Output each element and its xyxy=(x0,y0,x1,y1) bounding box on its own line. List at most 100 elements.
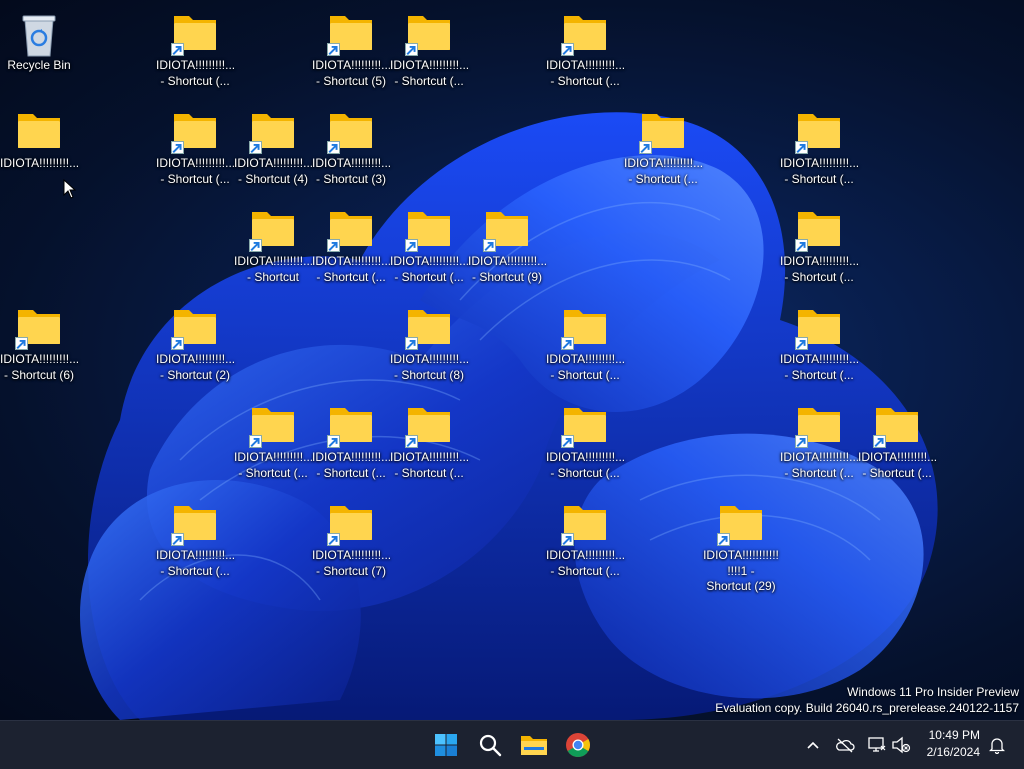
folder-shortcut[interactable]: IDIOTA!!!!!!!!!... - Shortcut (... xyxy=(156,106,235,202)
shortcut-arrow-icon xyxy=(561,435,574,448)
folder-label: IDIOTA!!!!!!!!!... - Shortcut (... xyxy=(546,450,626,480)
folder-icon xyxy=(249,404,297,448)
taskbar: 10:49 PM 2/16/2024 xyxy=(0,720,1024,769)
folder-label: IDIOTA!!!!!!!!!... - Shortcut (6) xyxy=(0,352,80,382)
folder-shortcut[interactable]: IDIOTA!!!!!!!!!... - Shortcut (... xyxy=(780,106,859,202)
folder-shortcut[interactable]: IDIOTA!!!!!!!!!... - Shortcut (4) xyxy=(234,106,314,202)
shortcut-arrow-icon xyxy=(327,239,340,252)
folder-shortcut[interactable]: IDIOTA!!!!!!!!!... - Shortcut (8) xyxy=(390,302,470,398)
folder-icon xyxy=(327,12,375,56)
folder-label: IDIOTA!!!!!!!!!... - Shortcut (... xyxy=(780,450,860,480)
shortcut-arrow-icon xyxy=(561,43,574,56)
folder-icon xyxy=(483,208,531,252)
shortcut-arrow-icon xyxy=(327,43,340,56)
recycle-bin[interactable]: Recycle Bin xyxy=(0,8,78,104)
folder-icon xyxy=(327,502,375,546)
shortcut-arrow-icon xyxy=(171,533,184,546)
folder-shortcut[interactable]: IDIOTA!!!!!!!!!... - Shortcut (3) xyxy=(312,106,391,202)
folder-shortcut[interactable]: IDIOTA!!!!!!!!!... - Shortcut (... xyxy=(546,8,626,104)
folder-label: IDIOTA!!!!!!!!!... - Shortcut (... xyxy=(234,450,314,480)
folder-label: IDIOTA!!!!!!!!!... - Shortcut xyxy=(234,254,314,284)
onedrive-tray-button[interactable] xyxy=(833,733,857,757)
shortcut-arrow-icon xyxy=(405,43,418,56)
shortcut-arrow-icon xyxy=(405,239,418,252)
folder-icon xyxy=(717,502,765,546)
folder-label: IDIOTA!!!!!!!!!... - Shortcut (... xyxy=(312,254,392,284)
folder-shortcut[interactable]: IDIOTA!!!!!!!!!... - Shortcut (... xyxy=(624,106,704,202)
watermark-line1: Windows 11 Pro Insider Preview xyxy=(847,685,1019,699)
folder-icon xyxy=(405,208,453,252)
shortcut-arrow-icon xyxy=(561,533,574,546)
folder-label: IDIOTA!!!!!!!!!... - Shortcut (... xyxy=(546,548,626,578)
shortcut-arrow-icon xyxy=(171,337,184,350)
shortcut-arrow-icon xyxy=(795,435,808,448)
folder-shortcut[interactable]: IDIOTA!!!!!!!!!... - Shortcut (... xyxy=(390,8,469,104)
taskbar-clock[interactable]: 10:49 PM 2/16/2024 xyxy=(910,727,980,761)
folder-shortcut[interactable]: IDIOTA!!!!!!!!!... - Shortcut (... xyxy=(546,302,625,398)
shortcut-arrow-icon xyxy=(327,533,340,546)
folder-shortcut[interactable]: IDIOTA!!!!!!!!!... - Shortcut (9) xyxy=(468,204,547,300)
start-button[interactable] xyxy=(426,725,466,765)
folder-icon xyxy=(249,208,297,252)
folder-label: IDIOTA!!!!!!!!!... - Shortcut (... xyxy=(156,548,236,578)
folder-shortcut[interactable]: IDIOTA!!!!!!!!!... - Shortcut (... xyxy=(312,204,392,300)
folder-shortcut[interactable]: IDIOTA!!!!!!!!!... - Shortcut (5) xyxy=(312,8,392,104)
folder-shortcut[interactable]: IDIOTA!!!!!!!!!... - Shortcut (... xyxy=(546,498,626,594)
onedrive-offline-icon xyxy=(836,738,855,753)
folder-icon xyxy=(639,110,687,154)
folder-shortcut[interactable]: IDIOTA!!!!!!!!!... - Shortcut (... xyxy=(546,400,626,496)
folder-shortcut[interactable]: IDIOTA!!!!!!!!!... - Shortcut (7) xyxy=(312,498,392,594)
folder-shortcut[interactable]: IDIOTA!!!!!!!!!... - Shortcut (... xyxy=(780,302,860,398)
folder-label: IDIOTA!!!!!!!!!... - Shortcut (... xyxy=(546,58,626,88)
folder-icon xyxy=(561,404,609,448)
shortcut-arrow-icon xyxy=(249,435,262,448)
folder-shortcut[interactable]: IDIOTA!!!!!!!!!... - Shortcut (... xyxy=(780,204,860,300)
folder-label: IDIOTA!!!!!!!!!... - Shortcut (... xyxy=(390,450,470,480)
bell-icon xyxy=(989,738,1005,754)
folder-icon xyxy=(405,306,453,350)
folder-shortcut[interactable]: IDIOTA!!!!!!!!!... - Shortcut (... xyxy=(390,204,470,300)
folder-label: IDIOTA!!!!!!!!!... - Shortcut (... xyxy=(780,352,860,382)
folder-label: IDIOTA!!!!!!!!!... - Shortcut (... xyxy=(780,254,860,284)
shortcut-arrow-icon xyxy=(561,337,574,350)
folder-shortcut[interactable]: IDIOTA!!!!!!!!!!! !!!!1 - Shortcut (29) xyxy=(702,498,780,594)
folder-label: IDIOTA!!!!!!!!!... - Shortcut (8) xyxy=(390,352,470,382)
folder-shortcut[interactable]: IDIOTA!!!!!!!!!... - Shortcut xyxy=(234,204,314,300)
shortcut-arrow-icon xyxy=(483,239,496,252)
network-tray-button[interactable] xyxy=(865,733,889,757)
search-button[interactable] xyxy=(470,725,510,765)
shortcut-arrow-icon xyxy=(795,141,808,154)
desktop[interactable]: Recycle Bin IDIOTA!!!!!!!!!... - Shortcu… xyxy=(0,0,1024,720)
windows-logo-icon xyxy=(435,734,457,756)
folder-shortcut[interactable]: IDIOTA!!!!!!!!!... - Shortcut (... xyxy=(234,400,314,496)
mouse-cursor xyxy=(63,179,77,199)
folder-label: IDIOTA!!!!!!!!!... - Shortcut (7) xyxy=(312,548,392,578)
folder-icon xyxy=(327,208,375,252)
shortcut-arrow-icon xyxy=(249,239,262,252)
folder-shortcut[interactable]: IDIOTA!!!!!!!!!... - Shortcut (2) xyxy=(156,302,236,398)
shortcut-arrow-icon xyxy=(639,141,652,154)
folder-shortcut[interactable]: IDIOTA!!!!!!!!!... - Shortcut (... xyxy=(156,8,235,104)
folder-shortcut[interactable]: IDIOTA!!!!!!!!!... - Shortcut (... xyxy=(156,498,236,594)
folder-shortcut[interactable]: IDIOTA!!!!!!!!!... - Shortcut (... xyxy=(312,400,391,496)
folder-shortcut[interactable]: IDIOTA!!!!!!!!!... - Shortcut (... xyxy=(390,400,470,496)
file-explorer-button[interactable] xyxy=(514,725,554,765)
folder-label: IDIOTA!!!!!!!!!... - Shortcut (... xyxy=(390,254,470,284)
folder-shortcut[interactable]: IDIOTA!!!!!!!!!... - Shortcut (... xyxy=(780,400,860,496)
folder-shortcut[interactable]: IDIOTA!!!!!!!!!... - Shortcut (6) xyxy=(0,302,80,398)
recycle-bin-icon xyxy=(15,12,63,57)
folder-label: IDIOTA!!!!!!!!!... - Shortcut (5) xyxy=(312,58,392,88)
show-hidden-icons-button[interactable] xyxy=(801,733,825,757)
folder-icon xyxy=(795,306,843,350)
folder-icon xyxy=(171,110,219,154)
shortcut-arrow-icon xyxy=(405,435,418,448)
chrome-button[interactable] xyxy=(558,725,598,765)
folder-shortcut[interactable]: IDIOTA!!!!!!!!!... - Shortcut (... xyxy=(858,400,938,496)
folder-label: IDIOTA!!!!!!!!!... - Shortcut (2) xyxy=(156,352,236,382)
network-icon xyxy=(868,737,886,752)
notifications-button[interactable] xyxy=(985,733,1009,757)
folder-label: IDIOTA!!!!!!!!!... - Shortcut (... xyxy=(624,156,704,186)
folder-label: IDIOTA!!!!!!!!!... - Shortcut (4) xyxy=(234,156,314,186)
folder-icon xyxy=(249,110,297,154)
folder-label: IDIOTA!!!!!!!!!... - Shortcut (... xyxy=(858,450,938,480)
